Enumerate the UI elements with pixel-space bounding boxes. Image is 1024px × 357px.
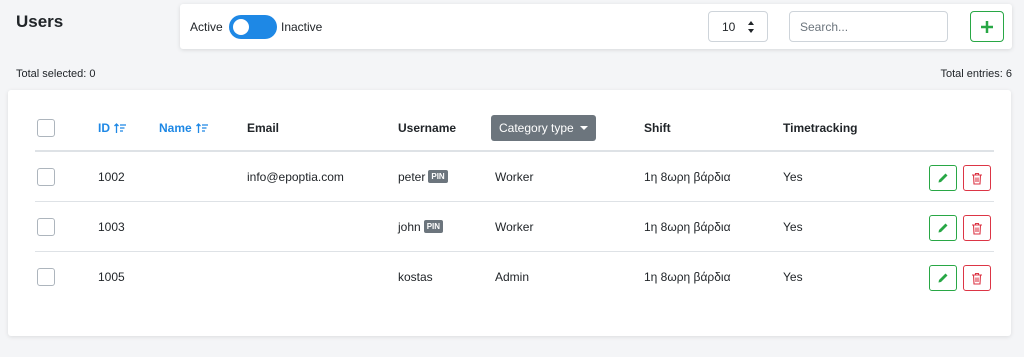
toggle-knob bbox=[233, 19, 249, 35]
row-select-cell bbox=[37, 202, 55, 251]
cell-shift: 1η 8ωρη βάρδια bbox=[644, 219, 731, 234]
trash-icon bbox=[972, 272, 982, 285]
header-category: Category type bbox=[491, 106, 596, 150]
pin-badge: PIN bbox=[428, 170, 448, 183]
plus-icon bbox=[981, 20, 993, 33]
pencil-icon bbox=[938, 173, 948, 183]
row-checkbox[interactable] bbox=[37, 167, 55, 186]
trash-icon bbox=[972, 172, 982, 185]
cell-category: Worker bbox=[495, 219, 534, 234]
trash-icon bbox=[972, 222, 982, 235]
select-arrows-icon bbox=[748, 21, 754, 33]
page-title: Users bbox=[16, 12, 64, 31]
pin-badge: PIN bbox=[423, 220, 444, 233]
cell-id: 1005 bbox=[98, 270, 125, 284]
cell-timetracking: Yes bbox=[783, 219, 803, 234]
header-username: Username bbox=[398, 121, 457, 135]
header-email: Email bbox=[247, 121, 280, 135]
header-shift: Shift bbox=[644, 121, 671, 135]
cell-id: 1002 bbox=[98, 169, 125, 184]
add-user-button[interactable] bbox=[970, 11, 1004, 42]
active-toggle[interactable] bbox=[229, 15, 277, 39]
page-size-value: 10 bbox=[722, 20, 736, 34]
select-all-checkbox[interactable] bbox=[37, 119, 55, 137]
sort-icon bbox=[114, 122, 126, 133]
sort-icon bbox=[195, 122, 208, 133]
table-row: 1003 john PIN Worker 1η 8ωρη βάρδια Yes bbox=[35, 202, 994, 252]
inactive-label: Inactive bbox=[281, 20, 323, 34]
total-selected: Total selected: 0 bbox=[16, 68, 96, 80]
table-row: 1002 info@epoptia.com peter PIN Worker 1… bbox=[35, 152, 994, 202]
users-table-card: ID Name Email Username Category type Shi… bbox=[8, 90, 1011, 336]
row-select-cell bbox=[37, 152, 55, 201]
username-text: peter bbox=[398, 169, 426, 184]
cell-username: peter PIN bbox=[398, 152, 448, 201]
cell-username: john PIN bbox=[398, 202, 444, 251]
header-timetracking: Timetracking bbox=[783, 121, 858, 135]
header-name-label: Name bbox=[159, 121, 192, 135]
cell-shift: 1η 8ωρη βάρδια bbox=[644, 270, 731, 284]
row-select-cell bbox=[37, 252, 55, 302]
edit-button[interactable] bbox=[929, 165, 957, 191]
table-row: 1005 kostas Admin 1η 8ωρη βάρδια Yes bbox=[35, 252, 994, 302]
row-checkbox[interactable] bbox=[37, 217, 55, 236]
pencil-icon bbox=[938, 223, 948, 233]
cell-category: Worker bbox=[495, 169, 534, 184]
edit-button[interactable] bbox=[929, 215, 957, 241]
delete-button[interactable] bbox=[963, 215, 991, 241]
header-name[interactable]: Name bbox=[159, 106, 208, 150]
header-id[interactable]: ID bbox=[98, 106, 126, 150]
username-text: kostas bbox=[398, 270, 433, 284]
header-id-label: ID bbox=[98, 121, 110, 135]
cell-timetracking: Yes bbox=[783, 270, 803, 284]
cell-email: info@epoptia.com bbox=[247, 169, 344, 184]
cell-username: kostas bbox=[398, 252, 433, 302]
cell-category: Admin bbox=[495, 270, 530, 284]
cell-shift: 1η 8ωρη βάρδια bbox=[644, 169, 731, 184]
edit-button[interactable] bbox=[929, 265, 957, 291]
cell-timetracking: Yes bbox=[783, 169, 803, 184]
pencil-icon bbox=[938, 273, 948, 283]
table-header: ID Name Email Username Category type Shi… bbox=[35, 106, 994, 152]
delete-button[interactable] bbox=[963, 165, 991, 191]
delete-button[interactable] bbox=[963, 265, 991, 291]
search-input[interactable] bbox=[789, 11, 948, 42]
caret-down-icon bbox=[579, 126, 588, 130]
toolbar: Active Inactive 10 bbox=[180, 4, 1012, 49]
row-checkbox[interactable] bbox=[37, 268, 55, 286]
category-type-label: Category type bbox=[499, 121, 574, 135]
username-text: john bbox=[398, 219, 421, 234]
total-entries: Total entries: 6 bbox=[940, 68, 1012, 80]
category-type-dropdown[interactable]: Category type bbox=[491, 115, 596, 141]
select-all-cell bbox=[37, 106, 55, 150]
cell-id: 1003 bbox=[98, 219, 125, 234]
active-label: Active bbox=[190, 20, 223, 34]
page-size-select[interactable]: 10 bbox=[708, 11, 768, 42]
